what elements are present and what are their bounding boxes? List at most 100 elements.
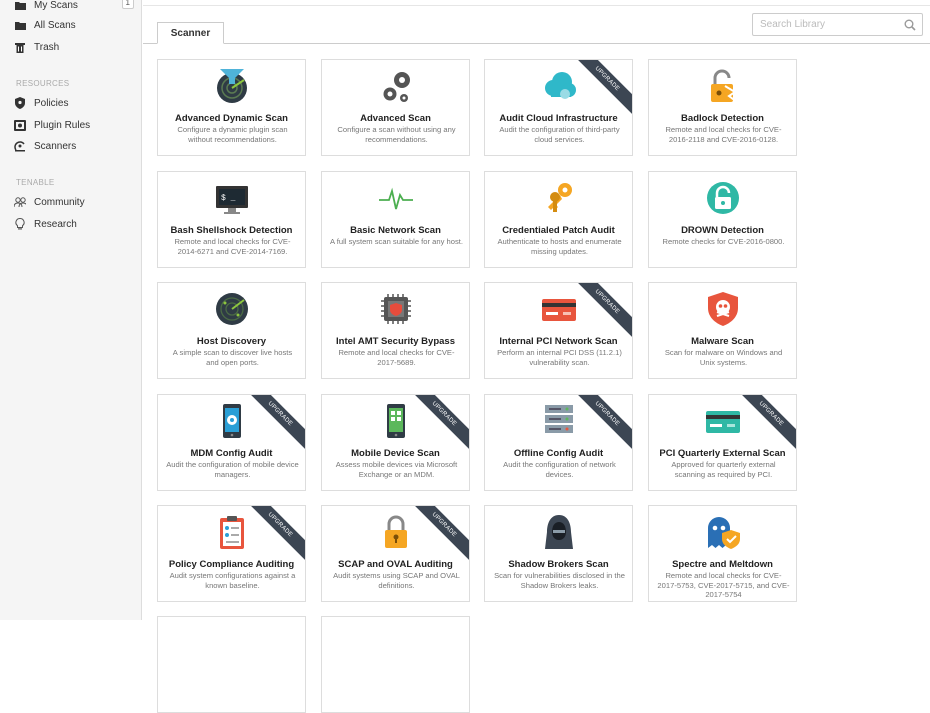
card-description: Assess mobile devices via Microsoft Exch… xyxy=(335,460,458,479)
template-card-policy-compliance-auditing[interactable]: Policy Compliance Auditing Audit system … xyxy=(157,505,306,602)
padlock-icon xyxy=(378,514,414,550)
sidebar-item-research[interactable]: Research xyxy=(14,214,134,234)
card-title: Credentialed Patch Audit xyxy=(502,225,615,236)
scanner-icon xyxy=(14,140,26,152)
template-card-host-discovery[interactable]: Host Discovery A simple scan to discover… xyxy=(157,282,306,379)
upgrade-ribbon: UPGRADE xyxy=(568,283,632,341)
template-card-intel-amt-security-bypass[interactable]: Intel AMT Security Bypass Remote and loc… xyxy=(321,282,470,379)
sidebar-item-label: Community xyxy=(34,196,85,208)
search-icon[interactable] xyxy=(904,18,916,36)
upgrade-ribbon: UPGRADE xyxy=(241,395,305,453)
card-description: A full system scan suitable for any host… xyxy=(330,237,463,246)
card-description: Remote and local checks for CVE-2014-627… xyxy=(174,237,291,256)
card-description: A simple scan to discover live hosts and… xyxy=(172,348,293,367)
scan-count-badge: 1 xyxy=(121,0,134,9)
hooded-figure-icon xyxy=(541,514,577,550)
card-description: Audit the configuration of mobile device… xyxy=(166,460,299,479)
template-card-malware-scan[interactable]: Malware Scan Scan for malware on Windows… xyxy=(648,282,797,379)
server-icon xyxy=(541,403,577,439)
tab-scanner[interactable]: Scanner xyxy=(157,22,224,44)
sidebar-item-policies[interactable]: Policies xyxy=(14,93,134,113)
lightbulb-icon xyxy=(14,218,26,230)
card-description: Perform an internal PCI DSS (11.2.1) vul… xyxy=(497,348,622,367)
card-title: Badlock Detection xyxy=(681,113,764,124)
pulse-icon xyxy=(378,180,414,216)
trash-icon xyxy=(14,41,26,53)
card-title: Policy Compliance Auditing xyxy=(168,559,295,570)
template-card-partial[interactable] xyxy=(321,616,470,713)
sidebar-item-label: Policies xyxy=(34,97,69,109)
sidebar-item-all-scans[interactable]: All Scans xyxy=(14,15,134,35)
upgrade-ribbon: UPGRADE xyxy=(241,506,305,564)
card-description: Remote and local checks for CVE-2017-568… xyxy=(338,348,455,367)
folder-icon xyxy=(14,0,26,11)
template-card-mobile-device-scan[interactable]: Mobile Device Scan Assess mobile devices… xyxy=(321,394,470,491)
card-title: Advanced Scan xyxy=(360,113,431,124)
sidebar-item-plugin-rules[interactable]: Plugin Rules xyxy=(14,115,134,135)
template-card-basic-network-scan[interactable]: Basic Network Scan A full system scan su… xyxy=(321,171,470,268)
card-title: Spectre and Meltdown xyxy=(672,559,773,570)
tenable-heading: TENABLE xyxy=(16,178,55,187)
card-description: Remote and local checks for CVE-2017-575… xyxy=(657,571,790,599)
sidebar: My Scans 1 All Scans Trash RESOURCES Pol… xyxy=(0,0,142,620)
template-card-advanced-dynamic-scan[interactable]: Advanced Dynamic Scan Configure a dynami… xyxy=(157,59,306,156)
upgrade-ribbon: UPGRADE xyxy=(405,395,469,453)
main-content: Scanner Advanced Dynamic Scan Configure … xyxy=(143,0,930,713)
drown-lock-icon xyxy=(705,180,741,216)
template-card-internal-pci-network-scan[interactable]: Internal PCI Network Scan Perform an int… xyxy=(484,282,633,379)
card-description: Scan for vulnerabilities disclosed in th… xyxy=(494,571,625,590)
card-title: Bash Shellshock Detection xyxy=(170,225,293,236)
card-title: Internal PCI Network Scan xyxy=(499,336,618,347)
upgrade-ribbon: UPGRADE xyxy=(568,395,632,453)
terminal-icon: $ _ xyxy=(214,180,250,216)
radar-filter-icon xyxy=(214,68,250,104)
template-card-drown-detection[interactable]: DROWN Detection Remote checks for CVE-20… xyxy=(648,171,797,268)
search-input[interactable] xyxy=(753,14,893,35)
sidebar-item-community[interactable]: Community xyxy=(14,192,134,212)
card-title: Basic Network Scan xyxy=(350,225,441,236)
card-title: Shadow Brokers Scan xyxy=(508,559,609,570)
template-card-scap-and-oval-auditing[interactable]: SCAP and OVAL Auditing Audit systems usi… xyxy=(321,505,470,602)
clipboard-icon xyxy=(214,514,250,550)
template-card-spectre-and-meltdown[interactable]: Spectre and Meltdown Remote and local ch… xyxy=(648,505,797,602)
template-card-advanced-scan[interactable]: Advanced Scan Configure a scan without u… xyxy=(321,59,470,156)
card-title: PCI Quarterly External Scan xyxy=(659,448,786,459)
radar-icon xyxy=(214,291,250,327)
template-card-partial[interactable] xyxy=(157,616,306,713)
card-description: Approved for quarterly external scanning… xyxy=(671,460,776,479)
upgrade-ribbon: UPGRADE xyxy=(405,506,469,564)
card-description: Remote checks for CVE-2016-0800. xyxy=(662,237,785,246)
sidebar-item-label: Research xyxy=(34,218,77,230)
sidebar-item-scanners[interactable]: Scanners xyxy=(14,136,134,156)
svg-text:$ _: $ _ xyxy=(221,194,236,203)
chip-icon xyxy=(378,291,414,327)
card-description: Remote and local checks for CVE-2016-211… xyxy=(665,125,782,144)
upgrade-ribbon: UPGRADE xyxy=(568,60,632,118)
card-description: Configure a scan without using any recom… xyxy=(337,125,456,144)
sidebar-item-label: All Scans xyxy=(34,19,76,31)
template-card-offline-config-audit[interactable]: Offline Config Audit Audit the configura… xyxy=(484,394,633,491)
sidebar-item-my-scans[interactable]: My Scans 1 xyxy=(14,0,134,15)
template-card-audit-cloud-infrastructure[interactable]: Audit Cloud Infrastructure Audit the con… xyxy=(484,59,633,156)
sidebar-item-label: Scanners xyxy=(34,140,77,152)
card-description: Audit systems using SCAP and OVAL defini… xyxy=(333,571,460,590)
malware-shield-icon xyxy=(705,291,741,327)
folder-icon xyxy=(14,19,26,31)
card-title: SCAP and OVAL Auditing xyxy=(338,559,453,570)
sidebar-item-trash[interactable]: Trash xyxy=(14,37,134,57)
search-box[interactable] xyxy=(752,13,923,36)
sidebar-item-label: Plugin Rules xyxy=(34,119,91,131)
card-title: Mobile Device Scan xyxy=(351,448,440,459)
ghost-shield-icon xyxy=(705,514,741,550)
template-card-mdm-config-audit[interactable]: MDM Config Audit Audit the configuration… xyxy=(157,394,306,491)
template-card-pci-quarterly-external-scan[interactable]: PCI Quarterly External Scan Approved for… xyxy=(648,394,797,491)
template-card-badlock-detection[interactable]: Badlock Detection Remote and local check… xyxy=(648,59,797,156)
card-title: MDM Config Audit xyxy=(190,448,273,459)
template-card-shadow-brokers-scan[interactable]: Shadow Brokers Scan Scan for vulnerabili… xyxy=(484,505,633,602)
community-icon xyxy=(14,196,26,208)
card-description: Audit the configuration of network devic… xyxy=(503,460,616,479)
template-card-credentialed-patch-audit[interactable]: Credentialed Patch Audit Authenticate to… xyxy=(484,171,633,268)
gears-icon xyxy=(378,68,414,104)
keys-icon xyxy=(541,180,577,216)
template-card-bash-shellshock-detection[interactable]: $ _ Bash Shellshock Detection Remote and… xyxy=(157,171,306,268)
